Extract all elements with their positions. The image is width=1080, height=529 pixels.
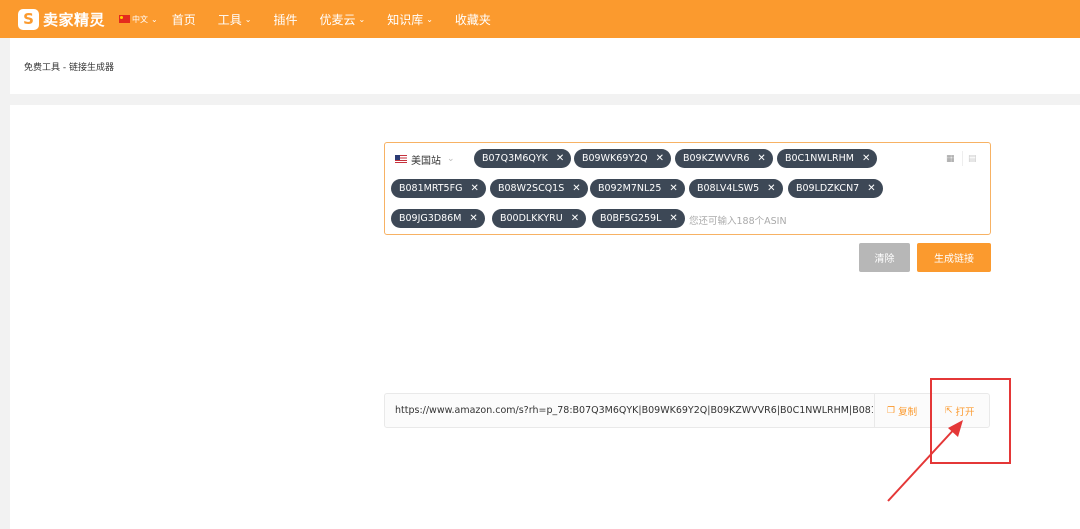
- asin-tag: B09KZWVVR6 ✕: [675, 149, 773, 168]
- nav-item-youmaiyun[interactable]: 优麦云 ⌄: [319, 11, 365, 28]
- close-icon[interactable]: ✕: [867, 183, 875, 194]
- nav-item-label: 插件: [273, 12, 298, 27]
- asin-tag: B081MRT5FG ✕: [391, 179, 486, 198]
- chevron-down-icon: ⌄: [426, 14, 433, 24]
- breadcrumb[interactable]: 免费工具 - 链接生成器: [24, 60, 114, 73]
- logo-text: 卖家精灵: [43, 10, 106, 29]
- asin-tag: B09WK69Y2Q ✕: [574, 149, 672, 168]
- list-view-icon[interactable]: ▤: [968, 154, 977, 164]
- language-switcher[interactable]: 中文 ⌄: [119, 14, 158, 25]
- asin-tag-label: B09WK69Y2Q: [582, 153, 648, 164]
- main-nav: 首页 工具 ⌄ 插件 优麦云 ⌄ 知识库 ⌄ 收藏夹: [172, 11, 513, 28]
- asin-tag: B092M7NL25 ✕: [590, 179, 685, 198]
- nav-item-tools[interactable]: 工具 ⌄: [218, 11, 252, 28]
- asin-tag-label: B07Q3M6QYK: [482, 153, 548, 164]
- close-icon[interactable]: ✕: [572, 183, 580, 194]
- asin-tag-label: B08W2SCQ1S: [498, 183, 565, 194]
- close-icon[interactable]: ✕: [757, 153, 765, 164]
- asin-tag: B09LDZKCN7 ✕: [788, 179, 883, 198]
- nav-item-label: 首页: [171, 12, 196, 27]
- toggle-divider: [962, 151, 963, 166]
- asin-tag-label: B092M7NL25: [598, 183, 662, 194]
- copy-icon: ❐: [887, 405, 896, 416]
- annotation-arrow-icon: [887, 420, 963, 502]
- grid-view-icon[interactable]: ▦: [946, 154, 955, 164]
- us-flag-icon: [395, 155, 407, 163]
- nav-item-favorites[interactable]: 收藏夹: [455, 11, 491, 28]
- chevron-down-icon: ⌄: [358, 14, 366, 24]
- asin-tag-label: B09KZWVVR6: [683, 153, 750, 164]
- asin-tag-label: B0C1NWLRHM: [785, 153, 854, 164]
- close-icon[interactable]: ✕: [469, 213, 477, 224]
- top-navigation-bar: S 卖家精灵 中文 ⌄ 首页 工具 ⌄ 插件 优麦云 ⌄ 知识库 ⌄ 收藏夹: [0, 0, 1080, 38]
- asin-tag: B00DLKKYRU ✕: [492, 209, 587, 228]
- asin-tag: B07Q3M6QYK ✕: [474, 149, 572, 168]
- close-icon[interactable]: ✕: [862, 153, 870, 164]
- asin-tag: B0C1NWLRHM ✕: [777, 149, 878, 168]
- asin-tag: B08LV4LSW5 ✕: [689, 179, 783, 198]
- logo[interactable]: S 卖家精灵: [18, 8, 106, 30]
- clear-button[interactable]: 清除: [859, 243, 910, 272]
- site-selector[interactable]: 美国站 ⌄: [395, 151, 455, 167]
- nav-item-home[interactable]: 首页: [172, 11, 196, 28]
- breadcrumb-panel: 免费工具 - 链接生成器: [10, 38, 1080, 94]
- asin-tag: B09JG3D86M ✕: [391, 209, 485, 228]
- asin-tag-label: B081MRT5FG: [399, 183, 463, 194]
- nav-item-label: 知识库: [387, 12, 424, 27]
- chevron-down-icon: ⌄: [447, 154, 455, 164]
- asin-tag: B0BF5G259L ✕: [592, 209, 685, 228]
- close-icon[interactable]: ✕: [556, 153, 564, 164]
- language-label: 中文: [132, 14, 149, 24]
- close-icon[interactable]: ✕: [656, 153, 664, 164]
- divider: [874, 394, 875, 427]
- generate-link-button[interactable]: 生成链接: [917, 243, 991, 272]
- logo-icon: S: [18, 8, 39, 30]
- asin-input-box[interactable]: 美国站 ⌄ B07Q3M6QYK ✕ B09WK69Y2Q ✕ B09KZWVVR6…: [384, 142, 991, 235]
- asin-tag-label: B09LDZKCN7: [796, 183, 860, 194]
- nav-item-label: 工具: [217, 12, 242, 27]
- close-icon[interactable]: ✕: [669, 183, 677, 194]
- remaining-asin-hint: 您还可输入188个ASIN: [689, 216, 787, 227]
- asin-tag-label: B08LV4LSW5: [697, 183, 760, 194]
- close-icon[interactable]: ✕: [669, 213, 677, 224]
- asin-tag-label: B0BF5G259L: [600, 213, 662, 224]
- close-icon[interactable]: ✕: [470, 183, 478, 194]
- nav-item-label: 优麦云: [319, 12, 356, 27]
- generated-link-field[interactable]: https://www.amazon.com/s?rh=p_78:B07Q3M6…: [385, 394, 873, 427]
- asin-tag-label: B09JG3D86M: [399, 213, 462, 224]
- site-label: 美国站: [411, 155, 441, 167]
- nav-item-knowledge[interactable]: 知识库 ⌄: [387, 11, 433, 28]
- asin-tag: B08W2SCQ1S ✕: [490, 179, 588, 198]
- chevron-down-icon: ⌄: [244, 14, 252, 24]
- asin-tag-label: B00DLKKYRU: [500, 213, 563, 224]
- nav-item-label: 收藏夹: [454, 12, 491, 27]
- close-icon[interactable]: ✕: [767, 183, 775, 194]
- close-icon[interactable]: ✕: [571, 213, 579, 224]
- nav-item-plugins[interactable]: 插件: [273, 11, 297, 28]
- chevron-down-icon: ⌄: [151, 14, 158, 24]
- china-flag-icon: [119, 15, 131, 23]
